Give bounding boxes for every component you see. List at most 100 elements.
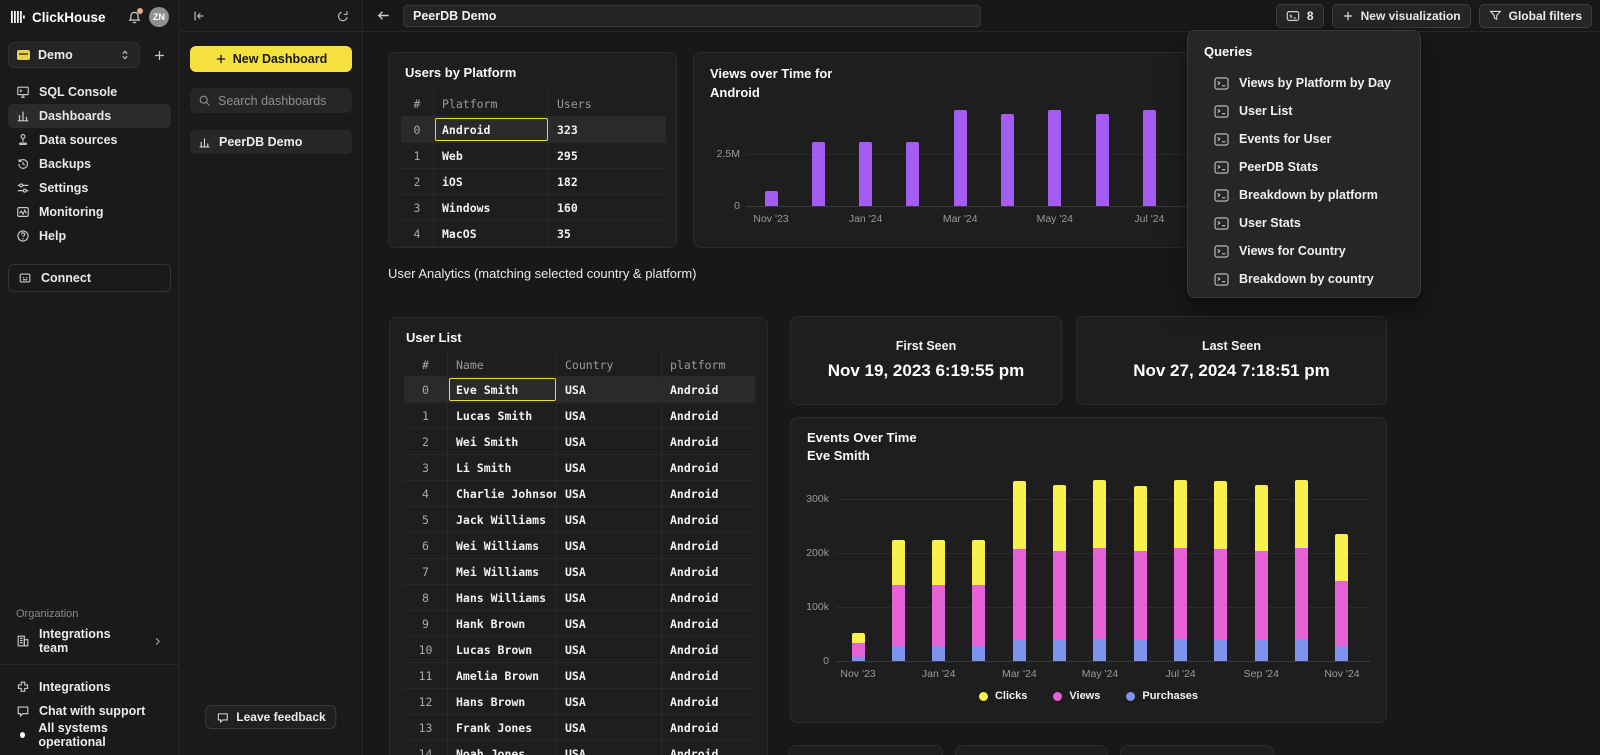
sidebar-item-sql-console[interactable]: SQL Console <box>8 80 171 104</box>
table-row[interactable]: 2Wei SmithUSAAndroid <box>404 429 755 455</box>
sidebar-item-dashboards[interactable]: Dashboards <box>8 104 171 128</box>
events-bar-segment-views <box>1295 548 1308 640</box>
table-cell: Li Smith <box>448 455 557 480</box>
back-button[interactable] <box>371 4 395 28</box>
query-menu-item[interactable]: Views by Platform by Day <box>1188 69 1420 97</box>
sidebar-item-settings[interactable]: Settings <box>8 176 171 200</box>
table-row[interactable]: 5Jack WilliamsUSAAndroid <box>404 507 755 533</box>
connect-label: Connect <box>41 271 91 285</box>
service-selector[interactable]: Demo <box>8 42 140 68</box>
query-menu-item[interactable]: Events for User <box>1188 125 1420 153</box>
table-cell: USA <box>557 611 662 636</box>
organization-team-button[interactable]: Integrations team <box>8 628 171 654</box>
events-bar-segment-purchases <box>1174 639 1187 661</box>
table-row[interactable]: 0Eve SmithUSAAndroid <box>404 377 755 403</box>
sidebar-item-monitoring[interactable]: Monitoring <box>8 200 171 224</box>
table-row[interactable]: 4Charlie JohnsonUSAAndroid <box>404 481 755 507</box>
table-row[interactable]: 7Mei WilliamsUSAAndroid <box>404 559 755 585</box>
table-row[interactable]: 14Noah JonesUSAAndroid <box>404 741 755 755</box>
events-bar-segment-views <box>1093 548 1106 639</box>
events-bar-segment-purchases <box>1214 640 1227 661</box>
table-cell: USA <box>557 403 662 428</box>
collapse-panel-icon[interactable] <box>192 9 206 23</box>
events-bar-segment-views <box>1214 549 1227 640</box>
help-icon <box>16 229 30 243</box>
clickhouse-logo-icon <box>10 9 26 25</box>
dashboard-list-item[interactable]: PeerDB Demo <box>190 130 352 154</box>
table-cell: USA <box>557 429 662 454</box>
table-row[interactable]: 3Windows160 <box>401 195 666 221</box>
table-row[interactable]: 1Web295 <box>401 143 666 169</box>
sidebar-item-data-sources[interactable]: Data sources <box>8 128 171 152</box>
table-row[interactable]: 2iOS182 <box>401 169 666 195</box>
footer-item-all-systems-operational[interactable]: All systems operational <box>8 723 171 747</box>
team-label: Integrations team <box>39 627 143 655</box>
table-row[interactable]: 1Lucas SmithUSAAndroid <box>404 403 755 429</box>
notification-badge <box>137 8 143 14</box>
new-visualization-button[interactable]: New visualization <box>1332 4 1471 28</box>
events-bar-segment-purchases <box>892 646 905 661</box>
query-menu-item[interactable]: Breakdown by platform <box>1188 181 1420 209</box>
avatar[interactable]: ZN <box>149 7 169 27</box>
table-cell: Web <box>434 143 549 168</box>
table-cell: 295 <box>549 143 666 168</box>
dashboard-title-input[interactable]: PeerDB Demo <box>403 5 981 27</box>
table-row[interactable]: 8Hans WilliamsUSAAndroid <box>404 585 755 611</box>
main-toolbar: PeerDB Demo 8 New visualization Global f… <box>363 0 1600 32</box>
add-service-button[interactable] <box>148 43 171 67</box>
row-index-cell: 4 <box>401 221 434 246</box>
row-index-cell: 0 <box>401 117 434 142</box>
legend-dot <box>1053 692 1062 701</box>
query-menu-item-label: User List <box>1239 104 1293 118</box>
table-row[interactable]: 6Wei WilliamsUSAAndroid <box>404 533 755 559</box>
first-seen-title: First Seen <box>791 339 1061 353</box>
table-row[interactable]: 9Hank BrownUSAAndroid <box>404 611 755 637</box>
table-row[interactable]: 12Hans BrownUSAAndroid <box>404 689 755 715</box>
bottom-card-partial <box>955 745 1108 755</box>
table-cell: Android <box>662 533 755 558</box>
table-row[interactable]: 13Frank JonesUSAAndroid <box>404 715 755 741</box>
sidebar-item-help[interactable]: Help <box>8 224 171 248</box>
table-row[interactable]: 0Android323 <box>401 117 666 143</box>
global-filters-button[interactable]: Global filters <box>1479 4 1592 28</box>
y-axis-tick: 2.5M <box>702 148 740 160</box>
search-placeholder: Search dashboards <box>218 94 326 108</box>
leave-feedback-button[interactable]: Leave feedback <box>205 705 336 729</box>
table-row[interactable]: 10Lucas BrownUSAAndroid <box>404 637 755 663</box>
views-bar <box>1048 110 1061 206</box>
y-axis-tick: 0 <box>795 655 829 667</box>
table-row[interactable]: 3Li SmithUSAAndroid <box>404 455 755 481</box>
table-cell: iOS <box>434 169 549 194</box>
table-cell: Android <box>662 689 755 714</box>
table-cell: Android <box>662 377 755 402</box>
query-menu-item[interactable]: User List <box>1188 97 1420 125</box>
query-menu-item[interactable]: PeerDB Stats <box>1188 153 1420 181</box>
table-row[interactable]: 11Amelia BrownUSAAndroid <box>404 663 755 689</box>
views-bar <box>1143 110 1156 206</box>
search-dashboards-input[interactable]: Search dashboards <box>190 88 352 113</box>
leave-feedback-label: Leave feedback <box>236 710 325 724</box>
plus-icon <box>215 53 227 65</box>
footer-item-integrations[interactable]: Integrations <box>8 675 171 699</box>
query-menu-item[interactable]: User Stats <box>1188 209 1420 237</box>
table-cell: USA <box>557 637 662 662</box>
sidebar-item-label: Help <box>39 229 66 243</box>
connect-button[interactable]: Connect <box>8 264 171 292</box>
query-menu-item[interactable]: Views for Country <box>1188 237 1420 265</box>
views-bar <box>1096 114 1109 206</box>
sidebar-item-backups[interactable]: Backups <box>8 152 171 176</box>
plus-icon <box>1342 10 1354 22</box>
table-row[interactable]: 4MacOS35 <box>401 221 666 247</box>
new-dashboard-button[interactable]: New Dashboard <box>190 46 352 72</box>
query-menu-item[interactable]: Breakdown by country <box>1188 265 1420 293</box>
notifications-button[interactable] <box>125 8 143 26</box>
query-menu-item-label: User Stats <box>1239 216 1301 230</box>
sidebar-item-label: Settings <box>39 181 88 195</box>
queries-count-button[interactable]: 8 <box>1276 4 1324 28</box>
terminal-icon <box>1286 9 1300 23</box>
refresh-icon[interactable] <box>336 9 350 23</box>
row-index-cell: 2 <box>404 429 448 454</box>
events-bar-segment-clicks <box>1174 480 1187 548</box>
footer-item-chat-with-support[interactable]: Chat with support <box>8 699 171 723</box>
queries-dropdown-title: Queries <box>1188 44 1420 69</box>
